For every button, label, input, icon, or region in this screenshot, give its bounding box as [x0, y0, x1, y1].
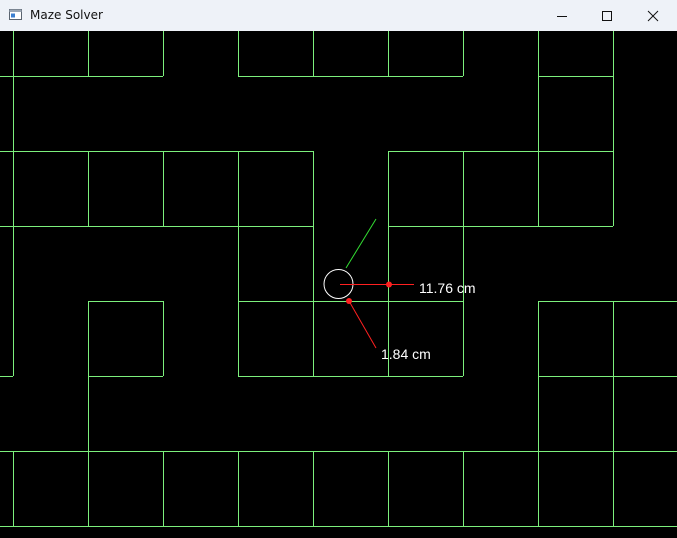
maximize-button[interactable]	[584, 0, 630, 31]
robot-heading-line	[345, 218, 377, 269]
maze-solver-window: Maze Solver 11.76 cm 1.84 cm	[0, 0, 677, 538]
window-icon	[9, 9, 22, 20]
side-sensor-hit-point	[346, 298, 352, 304]
close-icon	[647, 10, 659, 21]
close-button[interactable]	[630, 0, 676, 31]
maze-drawing: 11.76 cm 1.84 cm	[0, 31, 677, 527]
side-sensor-ray	[348, 300, 377, 349]
side-sensor-distance-label: 1.84 cm	[381, 346, 431, 362]
maze-walls	[0, 31, 677, 527]
title-bar[interactable]: Maze Solver	[0, 0, 677, 32]
maximize-icon	[602, 10, 612, 21]
minimize-icon	[557, 15, 567, 17]
minimize-button[interactable]	[539, 0, 585, 31]
maze-canvas[interactable]: 11.76 cm 1.84 cm	[0, 31, 677, 538]
front-sensor-distance-label: 11.76 cm	[419, 280, 476, 296]
window-title: Maze Solver	[30, 8, 103, 22]
front-sensor-hit-point	[386, 281, 392, 288]
